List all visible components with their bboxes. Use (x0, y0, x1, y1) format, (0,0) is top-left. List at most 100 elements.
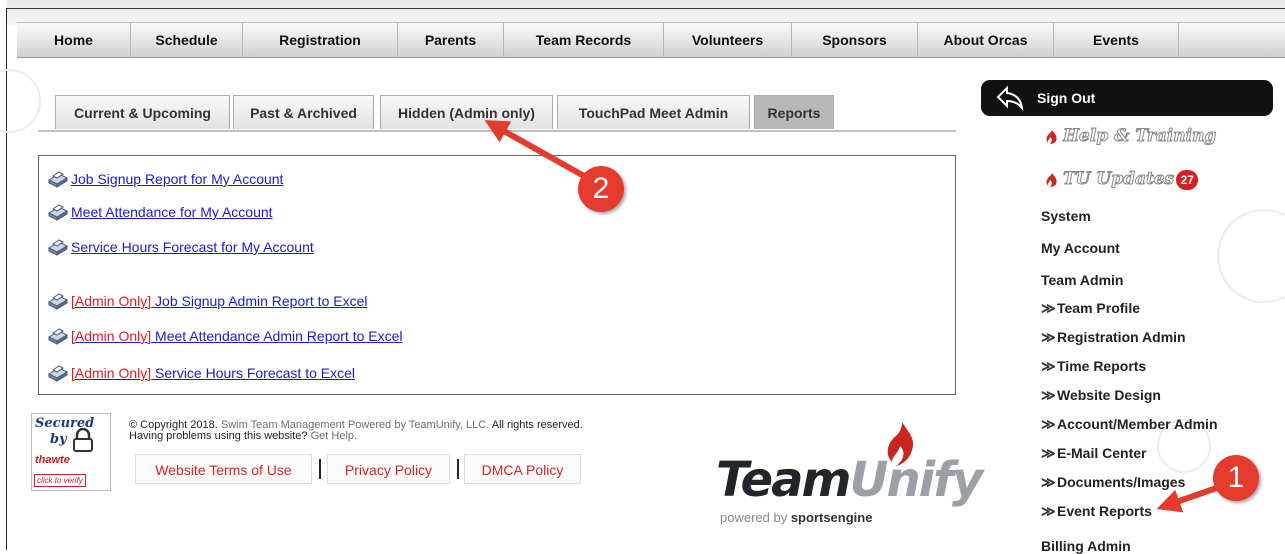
chevron-right-icon: ≫ (1041, 387, 1056, 403)
sidebar-team-admin[interactable]: Team Admin (1041, 272, 1123, 288)
admin-report-link[interactable]: [Admin Only] Service Hours Forecast to E… (47, 363, 355, 383)
sidebar-item-label: Documents/Images (1057, 474, 1186, 490)
sidebar-item-label: Account/Member Admin (1057, 416, 1218, 432)
flame-icon (1046, 172, 1057, 187)
seal-verify-link[interactable]: click to verify (34, 474, 86, 487)
nav-team-records[interactable]: Team Records (503, 23, 663, 58)
footer-separator (457, 459, 459, 479)
chevron-right-icon: ≫ (1041, 503, 1056, 519)
sidebar-system[interactable]: System (1041, 208, 1091, 224)
logo-wordmark: TeamUnify (716, 452, 984, 508)
sign-out-label: Sign Out (1037, 90, 1096, 106)
logo-word-unify: Unify (849, 452, 984, 508)
logo-word-team: Team (716, 452, 852, 508)
report-link[interactable]: Job Signup Report for My Account (47, 169, 283, 189)
chevron-right-icon: ≫ (1041, 358, 1056, 374)
tabs-divider (38, 130, 956, 132)
sidebar-item-time-reports[interactable]: ≫Time Reports (1041, 358, 1146, 375)
sidebar-item-team-profile[interactable]: ≫Team Profile (1041, 300, 1140, 317)
report-link-label: Job Signup Report for My Account (71, 171, 284, 187)
report-link-label: Service Hours Forecast for My Account (71, 239, 314, 255)
sidebar-item-email-center[interactable]: ≫E-Mail Center (1041, 445, 1146, 462)
dmca-policy-link[interactable]: DMCA Policy (464, 454, 581, 484)
sidebar-item-label: E-Mail Center (1057, 445, 1147, 461)
sidebar-item-registration-admin[interactable]: ≫Registration Admin (1041, 329, 1186, 346)
background-watermark (1217, 209, 1285, 303)
sidebar-item-documents-images[interactable]: ≫Documents/Images (1041, 474, 1185, 491)
nav-sponsors[interactable]: Sponsors (791, 23, 917, 58)
copyright-text: © Copyright 2018. Swim Team Management P… (129, 420, 583, 442)
sidebar-item-label: Website Design (1057, 387, 1161, 403)
admin-only-tag: [Admin Only] (71, 365, 152, 381)
nav-parents[interactable]: Parents (397, 23, 503, 58)
sidebar-item-account-member-admin[interactable]: ≫Account/Member Admin (1041, 416, 1218, 433)
report-link[interactable]: Meet Attendance for My Account (47, 202, 273, 222)
report-link[interactable]: Service Hours Forecast for My Account (47, 237, 314, 257)
copyright-rights: All rights reserved. (489, 419, 583, 431)
nav-home[interactable]: Home (17, 23, 130, 58)
sign-out-button[interactable]: Sign Out (981, 80, 1273, 116)
tu-updates-link[interactable]: TU Updates 27 (1045, 169, 1199, 190)
logo-tagline-brand: sportsengine (790, 510, 873, 525)
printer-icon (47, 204, 69, 221)
sidebar-item-label: Event Reports (1057, 503, 1152, 519)
sidebar-item-label: Registration Admin (1057, 329, 1186, 345)
nav-about-orcas[interactable]: About Orcas (917, 23, 1053, 58)
tab-reports[interactable]: Reports (754, 95, 834, 129)
chevron-right-icon: ≫ (1041, 329, 1056, 345)
padlock-icon (73, 428, 93, 452)
report-link-label: Meet Attendance for My Account (71, 204, 273, 220)
sidebar-billing-admin[interactable]: Billing Admin (1041, 538, 1131, 554)
sidebar-item-label: Team Profile (1057, 300, 1140, 316)
terms-of-use-link[interactable]: Website Terms of Use (135, 454, 312, 484)
privacy-policy-link[interactable]: Privacy Policy (327, 454, 450, 484)
report-link-label: Meet Attendance Admin Report to Excel (151, 328, 403, 344)
printer-icon (47, 365, 69, 382)
flame-icon (1046, 129, 1057, 144)
admin-report-link[interactable]: [Admin Only] Job Signup Admin Report to … (47, 291, 367, 311)
nav-divider (1178, 23, 1179, 58)
help-training-label: Help & Training (1062, 126, 1217, 147)
printer-icon (47, 171, 69, 188)
tab-current-upcoming[interactable]: Current & Upcoming (55, 95, 230, 129)
nav-schedule[interactable]: Schedule (130, 23, 242, 58)
printer-icon (47, 293, 69, 310)
callout-badge-2: 2 (578, 166, 624, 212)
chevron-right-icon: ≫ (1041, 445, 1056, 461)
teamunify-logo[interactable]: TeamUnify powered by sportsengine (716, 420, 983, 540)
printer-icon (47, 239, 69, 256)
sign-out-arrow-icon (996, 85, 1024, 112)
admin-only-tag: [Admin Only] (71, 328, 152, 344)
tu-updates-label: TU Updates (1062, 169, 1175, 190)
reports-panel: Job Signup Report for My Account Meet At… (38, 155, 956, 395)
footer-separator (319, 459, 321, 479)
nav-volunteers[interactable]: Volunteers (663, 23, 791, 58)
nav-registration[interactable]: Registration (242, 23, 397, 58)
help-training-link[interactable]: Help & Training (1045, 126, 1217, 147)
updates-count-badge: 27 (1176, 169, 1199, 190)
tab-past-archived[interactable]: Past & Archived (233, 95, 374, 129)
get-help-link[interactable]: Get Help. (311, 430, 357, 442)
seal-text: thawte (35, 454, 70, 466)
sidebar-item-label: Time Reports (1057, 358, 1147, 374)
admin-only-tag: [Admin Only] (71, 293, 152, 309)
admin-report-link[interactable]: [Admin Only] Meet Attendance Admin Repor… (47, 326, 403, 346)
nav-events[interactable]: Events (1053, 23, 1178, 58)
tab-touchpad-meet-admin[interactable]: TouchPad Meet Admin (557, 95, 750, 129)
printer-icon (47, 328, 69, 345)
help-prompt: Having problems using this website? (129, 430, 311, 442)
sidebar-item-website-design[interactable]: ≫Website Design (1041, 387, 1161, 404)
callout-badge-1: 1 (1213, 455, 1259, 501)
thawte-seal[interactable]: Secured by thawte click to verify (31, 413, 111, 491)
chevron-right-icon: ≫ (1041, 300, 1056, 316)
seal-text: by (50, 432, 67, 447)
tab-hidden-admin-only[interactable]: Hidden (Admin only) (380, 95, 553, 129)
window-border-top (6, 8, 1285, 9)
chevron-right-icon: ≫ (1041, 416, 1056, 432)
sidebar-item-event-reports[interactable]: ≫Event Reports (1041, 503, 1152, 520)
sidebar-my-account[interactable]: My Account (1041, 240, 1120, 256)
chevron-right-icon: ≫ (1041, 474, 1056, 490)
main-navigation: Home Schedule Registration Parents Team … (17, 22, 1285, 58)
report-link-label: Job Signup Admin Report to Excel (151, 293, 368, 309)
background-watermark (0, 69, 41, 133)
